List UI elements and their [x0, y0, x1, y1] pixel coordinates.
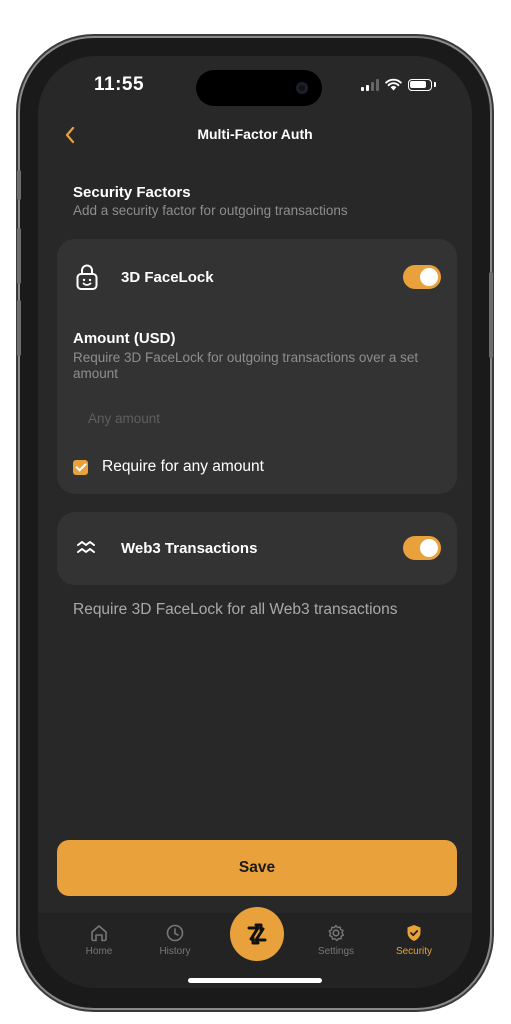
status-bar: 11:55 — [38, 56, 472, 114]
facelock-card: 3D FaceLock Amount (USD) Require 3D Face… — [57, 239, 457, 494]
power-button — [489, 272, 493, 358]
tab-label-security: Security — [395, 946, 433, 957]
tab-settings[interactable]: Settings — [306, 923, 366, 957]
tab-label-home: Home — [85, 946, 113, 957]
volume-up-button — [17, 228, 21, 284]
tab-security[interactable]: Security — [384, 923, 444, 957]
any-amount-checkbox-row[interactable]: Require for any amount — [73, 458, 264, 476]
web3-note: Require 3D FaceLock for all Web3 transac… — [73, 601, 398, 618]
home-indicator[interactable] — [188, 978, 322, 983]
wifi-icon — [385, 78, 402, 91]
face-lock-icon — [76, 264, 98, 290]
tab-label-history: History — [159, 946, 191, 957]
tab-home[interactable]: Home — [69, 923, 129, 957]
facelock-title: 3D FaceLock — [121, 269, 214, 286]
action-button — [17, 170, 21, 200]
volume-down-button — [17, 300, 21, 356]
shield-check-icon — [407, 925, 421, 941]
web3-title: Web3 Transactions — [121, 540, 258, 557]
toggle-knob — [420, 268, 438, 286]
web3-card: Web3 Transactions — [57, 512, 457, 585]
dynamic-island — [196, 70, 322, 106]
any-amount-label: Require for any amount — [102, 458, 264, 475]
toggle-knob — [420, 539, 438, 557]
signal-icon — [361, 78, 379, 91]
page-title: Multi-Factor Auth — [197, 126, 313, 142]
amount-description: Require 3D FaceLock for outgoing transac… — [73, 350, 419, 381]
amount-title: Amount (USD) — [73, 330, 176, 347]
web3-toggle[interactable] — [403, 536, 441, 560]
facelock-toggle[interactable] — [403, 265, 441, 289]
web3-wave-icon — [77, 541, 95, 553]
tab-history[interactable]: History — [145, 923, 205, 957]
app-screen: 11:55 Multi-Factor Auth Security Factors — [38, 56, 472, 988]
clock-icon — [166, 924, 184, 942]
battery-icon — [408, 78, 432, 91]
swap-button[interactable] — [230, 907, 284, 961]
status-time: 11:55 — [94, 74, 145, 95]
save-button[interactable]: Save — [57, 840, 457, 896]
any-amount-checkbox[interactable] — [73, 459, 88, 475]
battery-tip — [434, 82, 436, 87]
tab-bar: Home History Settings Security — [38, 907, 472, 988]
home-icon — [91, 925, 107, 942]
camera-icon — [296, 82, 308, 94]
nav-header: Multi-Factor Auth — [38, 122, 472, 148]
status-icons — [361, 78, 436, 91]
swap-arrows-icon — [247, 923, 267, 945]
gear-icon — [328, 924, 345, 942]
amount-input[interactable] — [73, 404, 441, 432]
section-title: Security Factors — [73, 184, 191, 201]
section-subtitle: Add a security factor for outgoing trans… — [73, 203, 348, 218]
security-factors-header: Security Factors Add a security factor f… — [73, 184, 348, 218]
tab-label-settings: Settings — [317, 946, 355, 957]
